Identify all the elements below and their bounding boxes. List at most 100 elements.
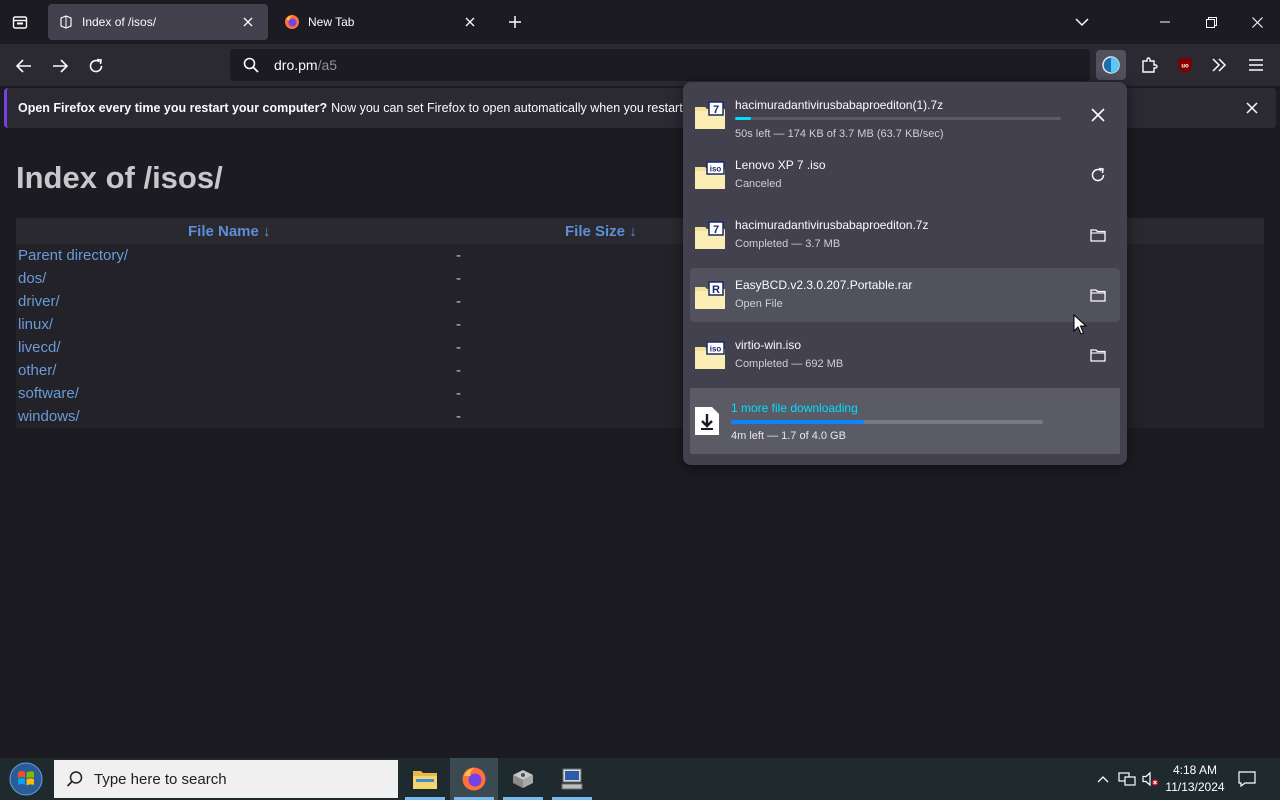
download-item[interactable]: 7 hacimuradantivirusbabaproediton.7z Com… <box>690 208 1120 262</box>
reload-icon <box>89 58 103 73</box>
close-tab-icon[interactable] <box>238 12 258 32</box>
column-header-file-name[interactable]: File Name ↓ <box>188 223 271 240</box>
file-size: - <box>456 362 461 379</box>
taskbar-app-computer[interactable] <box>548 758 596 800</box>
forward-button[interactable] <box>46 52 74 80</box>
volume-tray-button[interactable] <box>1140 769 1160 789</box>
directory-link[interactable]: driver/ <box>18 293 60 310</box>
taskbar-app-disk[interactable] <box>499 758 547 800</box>
close-icon <box>1091 108 1105 122</box>
show-in-folder-button[interactable] <box>1086 283 1110 307</box>
arrow-right-icon <box>53 59 68 73</box>
directory-link[interactable]: windows/ <box>18 408 80 425</box>
downloads-button[interactable] <box>1096 50 1126 80</box>
cancel-download-button[interactable] <box>1086 103 1110 127</box>
chevron-down-icon <box>1075 18 1089 27</box>
ublock-shield-icon: uo <box>1178 57 1192 73</box>
taskbar-firefox[interactable] <box>450 758 498 800</box>
file-size: - <box>456 270 461 287</box>
extensions-button[interactable] <box>1134 50 1164 80</box>
iso-file-icon: iso <box>695 161 725 189</box>
folder-icon <box>413 771 437 789</box>
svg-text:uo: uo <box>1181 64 1189 70</box>
download-item[interactable]: 7 hacimuradantivirusbabaproediton(1).7z … <box>690 88 1120 142</box>
show-in-folder-button[interactable] <box>1086 223 1110 247</box>
file-size: - <box>456 385 461 402</box>
windows-logo-icon <box>9 762 43 796</box>
reload-button[interactable] <box>82 52 110 80</box>
close-tab-icon[interactable] <box>460 12 480 32</box>
restore-button[interactable] <box>1188 0 1234 44</box>
tab-strip: Index of /isos/ New Tab <box>0 0 1280 44</box>
directory-link[interactable]: livecd/ <box>18 339 61 356</box>
close-notification-button[interactable] <box>1242 98 1262 118</box>
puzzle-icon <box>1142 57 1158 73</box>
minimize-button[interactable] <box>1142 0 1188 44</box>
download-file-name: Lenovo XP 7 .iso <box>735 158 826 172</box>
download-item[interactable]: R EasyBCD.v2.3.0.207.Portable.rar Open F… <box>690 268 1120 322</box>
iso-file-icon: iso <box>695 341 725 369</box>
firefox-view-button[interactable] <box>8 10 32 34</box>
download-file-icon <box>695 407 719 435</box>
download-status: Completed — 692 MB <box>735 358 844 370</box>
firefox-logo-icon <box>462 767 486 791</box>
double-chevron-right-icon <box>1212 58 1227 72</box>
directory-link[interactable]: Parent directory/ <box>18 247 128 264</box>
download-status: Canceled <box>735 178 782 190</box>
retry-download-button[interactable] <box>1086 163 1110 187</box>
chevron-up-icon <box>1097 776 1109 783</box>
directory-link[interactable]: other/ <box>18 362 56 379</box>
new-tab-button[interactable] <box>503 10 527 34</box>
download-file-name: virtio-win.iso <box>735 338 802 352</box>
svg-text:R: R <box>712 284 720 296</box>
search-placeholder: Type here to search <box>94 770 227 788</box>
rar-archive-icon: R <box>695 281 725 309</box>
svg-text:7: 7 <box>713 224 719 236</box>
tab-new-tab[interactable]: New Tab <box>274 4 490 40</box>
show-hidden-icons-button[interactable] <box>1093 769 1113 789</box>
download-progress-bar <box>735 117 1061 120</box>
taskbar-file-explorer[interactable] <box>401 758 449 800</box>
column-header-file-size[interactable]: File Size ↓ <box>565 223 637 240</box>
tab-index-isos[interactable]: Index of /isos/ <box>48 4 268 40</box>
directory-link[interactable]: linux/ <box>18 316 53 333</box>
ublock-origin-button[interactable]: uo <box>1170 50 1200 80</box>
download-item[interactable]: iso virtio-win.iso Completed — 692 MB <box>690 328 1120 382</box>
folder-icon <box>1090 229 1106 242</box>
svg-text:7: 7 <box>713 104 719 116</box>
taskbar-search-box[interactable]: Type here to search <box>54 760 398 798</box>
download-item[interactable]: iso Lenovo XP 7 .iso Canceled <box>690 148 1120 202</box>
downloads-summary[interactable]: 1 more file downloading 4m left — 1.7 of… <box>690 388 1120 454</box>
app-menu-button[interactable] <box>1241 50 1271 80</box>
directory-link[interactable]: software/ <box>18 385 79 402</box>
windows-taskbar: Type here to search 4:18 AM 11/13/2024 <box>0 758 1280 800</box>
summary-status: 4m left — 1.7 of 4.0 GB <box>731 430 846 442</box>
start-button[interactable] <box>6 761 46 797</box>
7z-archive-icon: 7 <box>695 101 725 129</box>
file-size: - <box>456 408 461 425</box>
download-progress-fill <box>735 117 752 120</box>
show-in-folder-button[interactable] <box>1086 343 1110 367</box>
drive-icon <box>513 770 533 788</box>
download-status: Open File <box>735 298 783 310</box>
plus-icon <box>509 16 521 28</box>
computer-icon <box>561 768 583 790</box>
7z-archive-icon: 7 <box>695 221 725 249</box>
close-window-button[interactable] <box>1234 0 1280 44</box>
download-file-name: hacimuradantivirusbabaproediton(1).7z <box>735 98 944 112</box>
url-path: /a5 <box>317 57 338 73</box>
network-tray-button[interactable] <box>1117 769 1137 789</box>
action-center-button[interactable] <box>1237 769 1257 789</box>
directory-link[interactable]: dos/ <box>18 270 46 287</box>
hamburger-menu-icon <box>1249 59 1263 71</box>
tab-title: New Tab <box>308 15 355 29</box>
back-button[interactable] <box>10 52 38 80</box>
more-tools-button[interactable] <box>1204 50 1234 80</box>
taskbar-clock[interactable]: 4:18 AM 11/13/2024 <box>1160 762 1230 796</box>
navigation-toolbar: dro.pm/a5 uo <box>0 44 1280 86</box>
svg-text:iso: iso <box>710 165 722 174</box>
list-all-tabs-button[interactable] <box>1070 10 1094 34</box>
download-status: 50s left — 174 KB of 3.7 MB (63.7 KB/sec… <box>735 128 944 140</box>
file-size: - <box>456 339 461 356</box>
url-bar[interactable]: dro.pm/a5 <box>230 49 1090 81</box>
